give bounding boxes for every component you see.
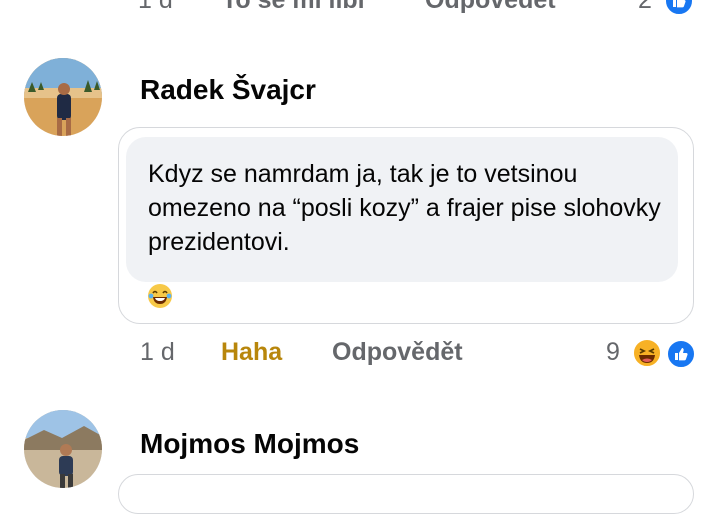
like-icon[interactable]: [664, 0, 694, 16]
avatar[interactable]: [24, 410, 102, 488]
haha-icon[interactable]: [632, 338, 662, 368]
laughing-emoji-icon[interactable]: [147, 283, 173, 309]
avatar-photo: [24, 58, 102, 136]
comment-bubble: [118, 474, 694, 514]
like-icon[interactable]: [666, 339, 696, 369]
comment-actions: 1 d Haha Odpovědět 9: [0, 338, 720, 372]
avatar[interactable]: [24, 58, 102, 136]
comment-time: 1 d: [138, 0, 173, 14]
comment-text: Kdyz se namrdam ja, tak je to vetsinou o…: [148, 160, 661, 256]
comment-author[interactable]: Radek Švajcr: [140, 74, 316, 106]
comment-author[interactable]: Mojmos Mojmos: [140, 428, 359, 460]
like-action-button[interactable]: To se mi líbí: [222, 0, 365, 15]
reaction-count[interactable]: 9: [606, 338, 620, 367]
reply-button[interactable]: Odpovědět: [425, 0, 556, 15]
avatar-photo: [24, 410, 102, 488]
reply-button[interactable]: Odpovědět: [332, 338, 463, 367]
haha-reaction-button[interactable]: Haha: [221, 338, 282, 367]
reaction-count[interactable]: 2: [638, 0, 652, 15]
previous-comment-actions: 1 d To se mi líbí Odpovědět 2: [0, 0, 720, 16]
comment-time[interactable]: 1 d: [140, 338, 175, 367]
